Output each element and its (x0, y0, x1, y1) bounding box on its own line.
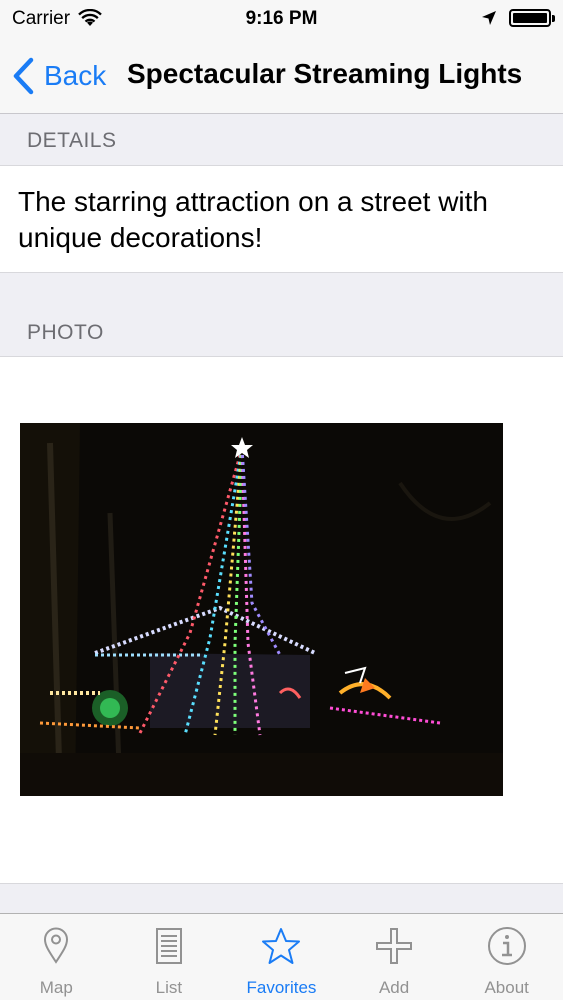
details-cell: The starring attraction on a street with… (0, 166, 563, 272)
photo-image (20, 423, 503, 796)
tab-label: Favorites (246, 978, 317, 997)
battery-icon (509, 9, 555, 27)
status-bar: Carrier 9:16 PM (0, 0, 563, 38)
photo-section-header: PHOTO (0, 272, 563, 357)
tab-label: List (155, 978, 183, 997)
status-right (481, 9, 555, 27)
navigation-bar: Back Spectacular Streaming Lights (0, 38, 563, 114)
tab-label: Add (378, 978, 410, 997)
photo-header-label: PHOTO (27, 321, 104, 344)
details-section-header: DETAILS (0, 114, 563, 166)
plus-icon (376, 928, 413, 964)
list-icon (155, 928, 182, 964)
map-pin-icon (44, 927, 69, 964)
back-label: Back (44, 60, 107, 91)
tab-label: Map (39, 978, 73, 997)
info-icon (487, 927, 526, 965)
photo-cell (0, 357, 563, 883)
tab-about[interactable]: About (450, 914, 563, 1000)
section-footer-gap (0, 883, 563, 913)
details-text: The starring attraction on a street with… (18, 186, 488, 253)
chevron-left-icon (13, 57, 34, 95)
details-header-label: DETAILS (27, 129, 117, 152)
tab-add[interactable]: Add (338, 914, 451, 1000)
tab-label: About (484, 978, 529, 997)
star-icon (262, 928, 301, 964)
tab-favorites[interactable]: Favorites (225, 914, 338, 1000)
location-arrow-icon (482, 11, 496, 25)
tab-list[interactable]: List (113, 914, 226, 1000)
christmas-lights-photo (20, 423, 503, 796)
tab-bar: Map List Favorites Add About (0, 913, 563, 1000)
tab-map[interactable]: Map (0, 914, 113, 1000)
status-time: 9:16 PM (245, 8, 318, 29)
back-button[interactable]: Back (12, 56, 106, 96)
page-title: Spectacular Streaming Lights (127, 58, 523, 89)
